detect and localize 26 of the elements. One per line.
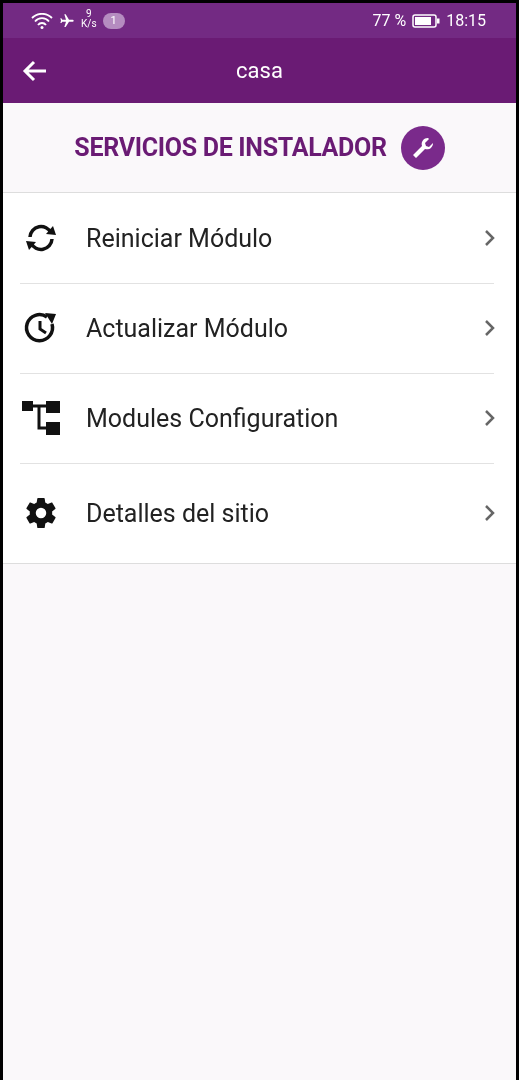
menu-item[interactable]: Detalles del sitio (3, 463, 516, 563)
chevron-icon (484, 229, 496, 247)
chevron-icon (484, 409, 496, 427)
hierarchy-icon (22, 401, 60, 435)
menu-item[interactable]: Modules Configuration (3, 373, 516, 463)
chevron-icon (484, 319, 496, 337)
chevron-icon (484, 504, 496, 522)
back-button[interactable] (22, 59, 48, 82)
net-speed-unit: K/s (81, 18, 97, 29)
net-speed-value: 9 (85, 8, 92, 19)
section-title: SERVICIOS DE INSTALADOR (74, 133, 387, 162)
menu-item-label: Detalles del sitio (86, 498, 271, 528)
menu-item[interactable]: Reiniciar Módulo (3, 193, 516, 283)
wifi-icon (31, 12, 53, 29)
notification-badge: 1 (102, 12, 125, 29)
settings-icon (23, 495, 59, 531)
airplane-icon (59, 12, 75, 29)
battery-percent: 77 % (372, 11, 407, 30)
screen-title: casa (236, 58, 283, 83)
menu-item[interactable]: Actualizar Módulo (3, 283, 516, 373)
wrench-icon (400, 125, 445, 170)
clock-time: 18:15 (446, 11, 486, 30)
menu-item-label: Reiniciar Módulo (86, 223, 274, 253)
battery-icon (412, 13, 441, 28)
menu-item-label: Actualizar Módulo (86, 313, 290, 343)
menu-item-label: Modules Configuration (86, 403, 340, 433)
